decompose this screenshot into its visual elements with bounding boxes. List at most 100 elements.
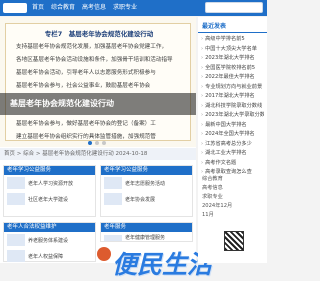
bullet-icon: › xyxy=(201,74,204,80)
bullet-icon: › xyxy=(201,83,204,90)
banner-caption[interactable]: 基层老年协会规范化建设行动 xyxy=(0,93,196,115)
item-title: 老年人学习资源开放 xyxy=(28,180,74,187)
carousel-dot[interactable] xyxy=(88,141,92,145)
bullet-icon: › xyxy=(201,150,204,156)
list-item[interactable]: › 2022年最佳大学排名 xyxy=(201,73,264,83)
list-item[interactable]: › 江苏省高考总分多少 xyxy=(201,140,264,150)
nav-gaokao[interactable]: 高考信息 xyxy=(82,3,106,13)
thumbnail xyxy=(104,234,122,241)
banner-title: 专栏7 基层老年协会规范化建设行动 xyxy=(44,30,154,38)
list-item[interactable]: 老年人权益保障 xyxy=(4,248,95,264)
list-item[interactable]: 老年志愿服务活动 xyxy=(101,175,192,191)
category-card[interactable]: 老年学习公益服务 老年志愿服务活动 老年协会发展 xyxy=(100,165,193,217)
list-item[interactable]: › 高考作文名题 xyxy=(201,159,264,169)
item-title: 湖北工业大学排名 xyxy=(205,150,247,156)
breadcrumb: 首页 > 综合 > 基层老年协会规范化建设行动 2024-10-18 xyxy=(0,148,196,160)
thumbnail xyxy=(104,177,122,189)
item-title: 专业规划方向与就业前景 xyxy=(205,83,263,90)
nav-education[interactable]: 综合教育 xyxy=(51,3,75,13)
list-item[interactable]: › 高级中学排名前5 xyxy=(201,35,264,45)
bullet-icon: › xyxy=(201,102,204,109)
recent-posts-list: › 高级中学排名前5 › 中国十大顶尖大学名单 › 2023年湖北大学排名 › 全国医学… xyxy=(198,33,267,180)
list-item[interactable]: 养老服务体系建设 xyxy=(4,232,95,248)
item-title: 老年健康管理服务 xyxy=(125,235,166,241)
bullet-icon: › xyxy=(201,159,204,166)
bullet-icon: › xyxy=(201,45,204,52)
item-title: 江苏省高考总分多少 xyxy=(205,140,252,147)
list-item[interactable]: › 中国十大顶尖大学名单 xyxy=(201,45,264,55)
info-item[interactable]: 求职专业 xyxy=(202,193,264,202)
bullet-icon: › xyxy=(201,93,204,99)
banner-line: 支持基层老年协会规范化发展，加强基层老年协会党建工作， xyxy=(16,44,168,50)
list-item[interactable]: 社区老年大学建设 xyxy=(4,191,95,207)
banner-caption-text: 基层老年协会规范化建设行动 xyxy=(10,99,114,108)
list-item[interactable]: › 专业规划方向与就业前景 xyxy=(201,83,264,93)
main-content: 专栏7 基层老年协会规范化建设行动 支持基层老年协会规范化发展，加强基层老年协会… xyxy=(0,17,212,279)
category-card[interactable]: 老年学习公益服务 老年人学习资源开放 社区老年大学建设 xyxy=(3,165,96,217)
category-card[interactable]: 老年服务 老年健康管理服务 xyxy=(100,222,193,242)
info-item[interactable]: 综合教育 xyxy=(202,175,264,184)
bullet-icon: › xyxy=(201,121,204,128)
sidebar-title: 最近发表 xyxy=(198,17,267,33)
info-item[interactable]: 高考信息 xyxy=(202,184,264,193)
list-item[interactable]: › 2023年湖北大学录取分数线 xyxy=(201,111,264,121)
main-nav: 首页 综合教育 高考信息 求职专业 xyxy=(32,3,137,13)
thumbnail xyxy=(7,177,25,189)
thumbnail xyxy=(7,234,25,246)
bullet-icon: › xyxy=(201,140,204,147)
bullet-icon: › xyxy=(201,36,204,42)
banner-line: 建立基层老年协会组织实行的具体监管措施，加强规范管 xyxy=(16,134,156,140)
item-title: 高级中学排名前5 xyxy=(205,36,245,42)
site-logo[interactable] xyxy=(3,3,27,13)
list-item[interactable]: 老年健康管理服务 xyxy=(101,232,192,243)
watermark-text: 便民生活 xyxy=(112,250,213,279)
item-title: 中国十大顶尖大学名单 xyxy=(205,45,257,52)
banner-line: 各地区基层老年协会活动设施和条件，加强骨干培训和活动指导 xyxy=(16,57,173,63)
category-card[interactable]: 老年人合法权益维护 养老服务体系建设 老年人权益保障 xyxy=(3,222,96,262)
qr-code xyxy=(224,231,244,251)
list-item[interactable]: 老年人学习资源开放 xyxy=(4,175,95,191)
banner-frame: 专栏7 基层老年协会规范化建设行动 支持基层老年协会规范化发展，加强基层老年协会… xyxy=(5,23,191,141)
item-title: 2022年最佳大学排名 xyxy=(205,74,255,80)
card-header: 老年人合法权益维护 xyxy=(4,223,95,232)
banner-line: 基层老年协会参与，做好基层老年协会的登记（备案）工 xyxy=(16,121,156,127)
list-item[interactable]: › 最新中国大学排名 xyxy=(201,121,264,131)
top-bar: 首页 综合教育 高考信息 求职专业 xyxy=(0,0,267,16)
banner-line: 基层老年协会活动，引导老年人以志愿服务形式积极参与 xyxy=(16,70,156,76)
item-title: 2024年全国大学排名 xyxy=(205,131,255,137)
info-item[interactable]: 2024年12月 xyxy=(202,202,264,211)
item-title: 老年协会发展 xyxy=(125,196,156,203)
nav-home[interactable]: 首页 xyxy=(32,3,44,13)
search-input[interactable] xyxy=(205,2,263,13)
thumbnail xyxy=(104,193,122,205)
list-item[interactable]: › 2024年全国大学排名 xyxy=(201,130,264,140)
carousel-dot[interactable] xyxy=(95,141,99,145)
item-title: 湖北科技学院录取分数线 xyxy=(205,102,263,109)
item-title: 2023年湖北大学排名 xyxy=(205,55,255,61)
item-title: 最新中国大学排名 xyxy=(205,121,247,128)
bullet-icon: › xyxy=(201,112,204,118)
sidebar-info: 综合教育 高考信息 求职专业 2024年12月 11月 xyxy=(202,175,264,220)
avatar xyxy=(97,247,111,261)
list-item[interactable]: › 全国医学院校排名前5 xyxy=(201,64,264,74)
card-header: 老年学习公益服务 xyxy=(4,166,95,175)
info-item[interactable]: 11月 xyxy=(202,211,264,220)
item-title: 2023年湖北大学录取分数线 xyxy=(205,112,264,118)
list-item[interactable]: › 湖北工业大学排名 xyxy=(201,149,264,159)
bullet-icon: › xyxy=(201,64,204,71)
thumbnail xyxy=(7,193,25,205)
list-item[interactable]: › 2023年湖北大学排名 xyxy=(201,54,264,64)
carousel-dots xyxy=(88,141,106,145)
list-item[interactable]: › 湖北科技学院录取分数线 xyxy=(201,102,264,112)
list-item[interactable]: › 2017年湖北大学排名 xyxy=(201,92,264,102)
item-title: 2017年湖北大学排名 xyxy=(205,93,255,99)
card-header: 老年学习公益服务 xyxy=(101,166,192,175)
nav-career[interactable]: 求职专业 xyxy=(113,3,137,13)
article-banner: 专栏7 基层老年协会规范化建设行动 支持基层老年协会规范化发展，加强基层老年协会… xyxy=(0,17,196,147)
item-title: 全国医学院校排名前5 xyxy=(205,64,256,71)
sidebar: 最近发表 › 高级中学排名前5 › 中国十大顶尖大学名单 › 2023年湖北大学排名 … xyxy=(198,17,267,263)
item-title: 老年志愿服务活动 xyxy=(125,180,166,187)
carousel-dot[interactable] xyxy=(102,141,106,145)
banner-line: 基层老年协会参与，社会公益事业，鼓励基层老年协会 xyxy=(16,83,151,89)
list-item[interactable]: 老年协会发展 xyxy=(101,191,192,207)
